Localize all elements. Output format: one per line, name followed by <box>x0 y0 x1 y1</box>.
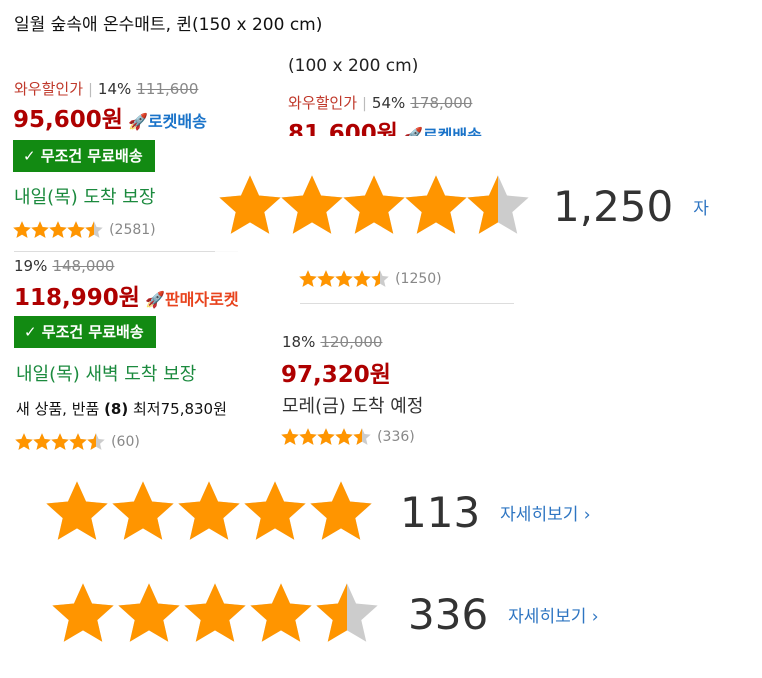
discount-rate: 14% <box>97 80 132 98</box>
seller-rocket-badge: 🚀판매자로켓 <box>145 290 239 309</box>
star-rating <box>12 220 104 240</box>
review-count: (336) <box>377 429 415 445</box>
star-icon <box>66 220 86 240</box>
star-icon <box>246 579 316 649</box>
delivery-guarantee: 내일(목) 도착 보장 <box>14 187 156 208</box>
rocket-delivery-badge: 🚀로켓배송 <box>128 112 207 131</box>
wow-label: 와우할인가 <box>14 80 84 98</box>
sale-price: 97,320원 <box>281 362 391 388</box>
star-icon <box>306 477 376 547</box>
star-icon <box>50 432 70 452</box>
review-count: (2581) <box>109 222 156 238</box>
see-more-link[interactable]: 자 <box>693 194 709 219</box>
star-icon <box>316 427 336 447</box>
star-icon <box>352 427 372 447</box>
product3-rating[interactable]: (60) <box>14 431 140 452</box>
see-more-link[interactable]: 자세히보기 › <box>500 500 590 525</box>
discount-rate: 19% <box>14 257 48 275</box>
original-price: 120,000 <box>320 333 383 351</box>
product4-price-row: 97,320원 <box>281 355 391 389</box>
star-icon <box>114 579 184 649</box>
product1-title[interactable]: 일월 숲속애 온수매트, 퀸(150 x 200 cm) <box>14 12 364 38</box>
star-icon <box>339 171 409 241</box>
star-icon <box>12 220 32 240</box>
star-icon <box>86 432 106 452</box>
product2-title[interactable]: (100 x 200 cm) <box>288 53 418 79</box>
star-rating-large <box>215 171 533 241</box>
star-icon <box>352 269 372 289</box>
rating-popup-336[interactable]: 336 자세히보기 › <box>48 570 668 658</box>
review-count-large: 1,250 <box>553 181 674 231</box>
star-icon <box>334 269 354 289</box>
star-icon <box>463 171 533 241</box>
product3-price-row: 118,990원 🚀판매자로켓 <box>14 278 239 312</box>
star-icon <box>312 579 382 649</box>
sale-price: 95,600원 <box>13 107 123 133</box>
delivery-estimate: 모레(금) 도착 예정 <box>282 396 424 417</box>
wow-label: 와우할인가 <box>288 94 358 112</box>
rating-popup-1250[interactable]: 1,250 자 <box>215 160 762 252</box>
star-icon <box>277 171 347 241</box>
star-icon <box>174 477 244 547</box>
star-icon <box>280 427 300 447</box>
star-icon <box>334 427 354 447</box>
sale-price: 81,600원 <box>288 121 398 136</box>
star-rating <box>298 269 390 289</box>
divider <box>300 303 514 304</box>
divider <box>14 251 238 252</box>
star-rating <box>14 432 106 452</box>
star-icon <box>14 432 34 452</box>
star-icon <box>240 477 310 547</box>
star-icon <box>180 579 250 649</box>
free-shipping-badge: ✓ 무조건 무료배송 <box>13 140 155 172</box>
delivery-guarantee: 내일(목) 새벽 도착 보장 <box>16 364 197 385</box>
product4-price-line: 18% 120,000 <box>282 332 382 351</box>
star-icon <box>215 171 285 241</box>
star-icon <box>30 220 50 240</box>
used-product-info[interactable]: 새 상품, 반품 (8) 최저75,830원 <box>16 398 258 419</box>
original-price: 148,000 <box>52 257 115 275</box>
star-icon <box>84 220 104 240</box>
review-count-large: 336 <box>408 589 489 639</box>
product1-rating[interactable]: (2581) <box>12 219 156 240</box>
product1-price-line: 와우할인가 | 14% 111,600 <box>14 80 199 98</box>
product3-price-line: 19% 148,000 <box>14 256 114 275</box>
review-count: (1250) <box>395 271 442 287</box>
see-more-link[interactable]: 자세히보기 › <box>508 602 598 627</box>
product2-price-row: 81,600원 🚀로켓배송 <box>288 114 482 136</box>
star-icon <box>42 477 112 547</box>
star-icon <box>32 432 52 452</box>
star-rating-large <box>48 579 382 649</box>
rating-popup-113[interactable]: 113 자세히보기 › <box>42 468 662 556</box>
star-icon <box>48 220 68 240</box>
review-count: (60) <box>111 434 140 450</box>
star-icon <box>401 171 471 241</box>
star-icon <box>298 427 318 447</box>
free-shipping-badge: ✓ 무조건 무료배송 <box>14 316 156 348</box>
sale-price: 118,990원 <box>14 285 140 311</box>
star-icon <box>370 269 390 289</box>
original-price: 178,000 <box>410 94 473 112</box>
star-rating <box>280 427 372 447</box>
star-rating-large <box>42 477 376 547</box>
original-price: 111,600 <box>136 80 199 98</box>
star-icon <box>48 579 118 649</box>
star-icon <box>316 269 336 289</box>
product4-rating[interactable]: (336) <box>280 426 415 447</box>
star-icon <box>68 432 88 452</box>
review-count-large: 113 <box>400 487 481 537</box>
discount-rate: 54% <box>371 94 406 112</box>
discount-rate: 18% <box>282 333 316 351</box>
product2-rating[interactable]: (1250) <box>298 268 442 289</box>
star-icon <box>108 477 178 547</box>
product2-price-line: 와우할인가 | 54% 178,000 <box>288 94 473 112</box>
product1-price-row: 95,600원 🚀로켓배송 <box>13 100 207 134</box>
rocket-delivery-badge: 🚀로켓배송 <box>403 126 482 136</box>
star-icon <box>298 269 318 289</box>
